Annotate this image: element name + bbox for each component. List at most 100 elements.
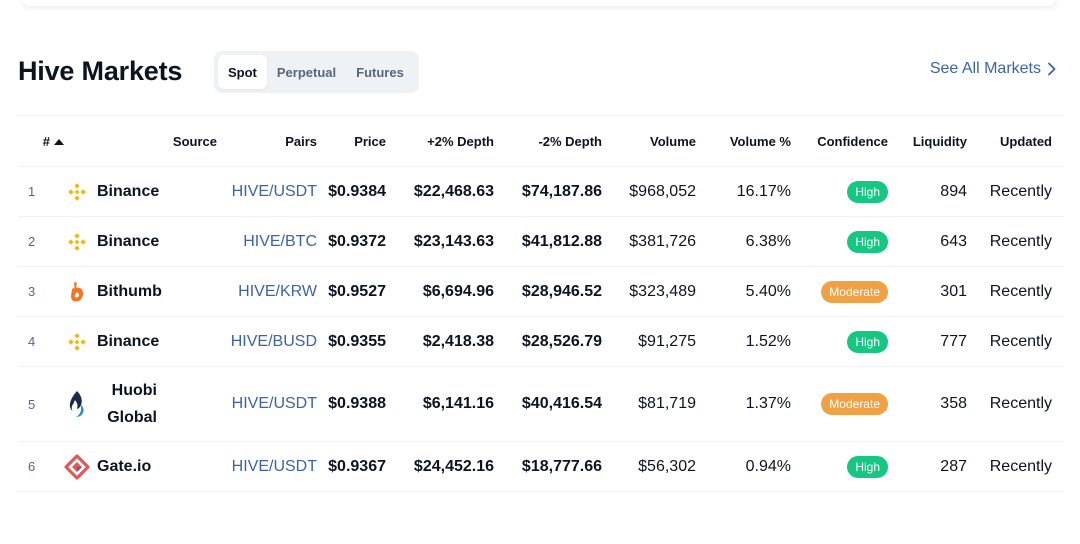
updated-value: Recently: [967, 266, 1052, 317]
exchange-link[interactable]: Binance: [64, 228, 217, 255]
volume-pct-value: 5.40%: [696, 266, 791, 317]
top-card-edge: [22, 0, 1056, 6]
exchange-name: Binance: [97, 233, 160, 250]
table-row: 5 Huobi Global HIVE/USDT $0.9388 $6,141.…: [18, 366, 1064, 442]
depth-plus-value: $23,143.63: [386, 216, 494, 267]
confidence-badge: Moderate: [821, 393, 888, 415]
updated-value: Recently: [967, 216, 1052, 267]
column-header-pairs[interactable]: Pairs: [217, 115, 317, 167]
column-header-depth-minus[interactable]: -2% Depth: [494, 115, 602, 167]
volume-pct-value: 1.37%: [696, 366, 791, 442]
table-row: 4 Binance HIVE/BUSD $0.9355 $2,418.38 $2…: [18, 316, 1064, 367]
liquidity-value: 301: [888, 266, 967, 317]
price-value: $0.9372: [317, 216, 386, 267]
binance-icon: [64, 229, 90, 255]
sort-ascending-icon: [54, 138, 64, 145]
exchange-name: Binance: [97, 183, 160, 200]
confidence-badge: Moderate: [821, 280, 888, 303]
pair-link[interactable]: HIVE/USDT: [232, 458, 317, 475]
volume-pct-value: 6.38%: [696, 216, 791, 267]
column-header-price[interactable]: Price: [317, 115, 386, 167]
exchange-link[interactable]: Huobi Global: [64, 377, 217, 431]
depth-minus-value: $28,946.52: [494, 266, 602, 317]
depth-plus-value: $6,141.16: [386, 366, 494, 442]
volume-value: $968,052: [602, 166, 696, 217]
exchange-name: Huobi Global: [107, 382, 157, 426]
price-value: $0.9527: [317, 266, 386, 317]
markets-table: # Source Pairs Price +2% Depth -2% Depth…: [18, 115, 1064, 492]
depth-plus-value: $2,418.38: [386, 316, 494, 367]
depth-plus-value: $22,468.63: [386, 166, 494, 217]
exchange-name: Gate.io: [97, 458, 152, 475]
updated-value: Recently: [967, 441, 1052, 492]
liquidity-value: 894: [888, 166, 967, 217]
volume-pct-value: 16.17%: [696, 166, 791, 217]
bithumb-icon: [64, 279, 90, 305]
depth-minus-value: $74,187.86: [494, 166, 602, 217]
row-rank: 4: [18, 316, 64, 367]
volume-value: $56,302: [602, 441, 696, 492]
table-row: 3 Bithumb HIVE/KRW $0.9527 $6,694.96 $28…: [18, 266, 1064, 317]
depth-minus-value: $28,526.79: [494, 316, 602, 367]
volume-pct-value: 1.52%: [696, 316, 791, 367]
table-header-row: # Source Pairs Price +2% Depth -2% Depth…: [18, 115, 1064, 167]
tab-spot[interactable]: Spot: [218, 55, 267, 89]
volume-value: $81,719: [602, 366, 696, 442]
column-header-depth-plus[interactable]: +2% Depth: [386, 115, 494, 167]
market-type-tabs: Spot Perpetual Futures: [214, 51, 419, 93]
price-value: $0.9384: [317, 166, 386, 217]
updated-value: Recently: [967, 366, 1052, 442]
column-header-rank[interactable]: #: [18, 115, 64, 167]
markets-header: Hive Markets Spot Perpetual Futures See …: [18, 50, 1060, 94]
confidence-badge: High: [847, 180, 888, 203]
volume-value: $381,726: [602, 216, 696, 267]
table-row: 6 Gate.io HIVE/USDT $0.9367 $24,452.16 $…: [18, 441, 1064, 492]
row-rank: 6: [18, 441, 64, 492]
confidence-badge: High: [847, 455, 888, 478]
binance-icon: [64, 329, 90, 355]
exchange-link[interactable]: Gate.io: [64, 453, 217, 480]
chevron-right-icon: [1048, 62, 1056, 76]
table-row: 1 Binance HIVE/USDT $0.9384 $22,468.63 $…: [18, 166, 1064, 217]
exchange-link[interactable]: Bithumb: [64, 278, 217, 305]
confidence-badge: High: [847, 230, 888, 253]
tab-perpetual[interactable]: Perpetual: [267, 55, 346, 89]
huobi-icon: [64, 391, 90, 417]
volume-value: $91,275: [602, 316, 696, 367]
price-value: $0.9355: [317, 316, 386, 367]
see-all-label: See All Markets: [929, 60, 1041, 77]
liquidity-value: 287: [888, 441, 967, 492]
table-row: 2 Binance HIVE/BTC $0.9372 $23,143.63 $4…: [18, 216, 1064, 267]
depth-plus-value: $24,452.16: [386, 441, 494, 492]
column-header-volume[interactable]: Volume: [602, 115, 696, 167]
updated-value: Recently: [967, 316, 1052, 367]
pair-link[interactable]: HIVE/BTC: [243, 233, 317, 250]
pair-link[interactable]: HIVE/USDT: [232, 395, 317, 412]
exchange-link[interactable]: Binance: [64, 328, 217, 355]
column-header-volume-pct[interactable]: Volume %: [696, 115, 791, 167]
row-rank: 3: [18, 266, 64, 317]
pair-link[interactable]: HIVE/KRW: [238, 283, 317, 300]
depth-minus-value: $18,777.66: [494, 441, 602, 492]
updated-value: Recently: [967, 166, 1052, 217]
exchange-link[interactable]: Binance: [64, 178, 217, 205]
pair-link[interactable]: HIVE/BUSD: [231, 333, 317, 350]
column-header-source[interactable]: Source: [64, 115, 217, 167]
depth-minus-value: $40,416.54: [494, 366, 602, 442]
row-rank: 1: [18, 166, 64, 217]
see-all-markets-link[interactable]: See All Markets: [930, 60, 1056, 78]
tab-futures[interactable]: Futures: [346, 55, 414, 89]
liquidity-value: 358: [888, 366, 967, 442]
volume-value: $323,489: [602, 266, 696, 317]
row-rank: 5: [18, 366, 64, 442]
exchange-name: Binance: [97, 333, 160, 350]
row-rank: 2: [18, 216, 64, 267]
column-header-liquidity[interactable]: Liquidity: [888, 115, 967, 167]
column-header-updated[interactable]: Updated: [967, 115, 1052, 167]
price-value: $0.9367: [317, 441, 386, 492]
depth-plus-value: $6,694.96: [386, 266, 494, 317]
confidence-badge: High: [847, 330, 888, 353]
depth-minus-value: $41,812.88: [494, 216, 602, 267]
pair-link[interactable]: HIVE/USDT: [232, 183, 317, 200]
column-header-confidence[interactable]: Confidence: [791, 115, 888, 167]
